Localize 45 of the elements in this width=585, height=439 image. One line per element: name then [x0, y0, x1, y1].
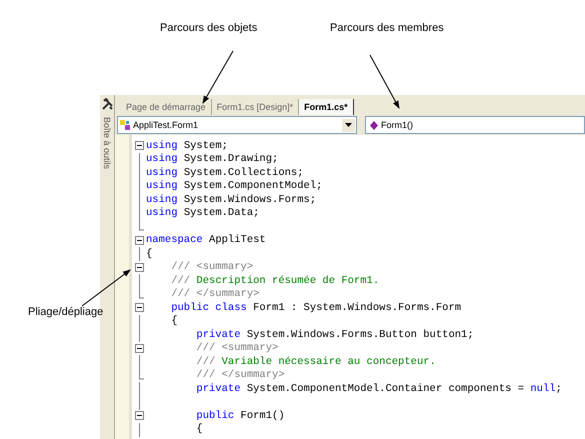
code-line: using System.ComponentModel;: [146, 180, 322, 192]
callout-arrow: [202, 50, 234, 104]
code-line: /// <summary>: [195, 342, 278, 354]
tools-icon[interactable]: [100, 98, 114, 111]
fold-end-icon: [138, 368, 144, 382]
method-icon: [368, 120, 379, 130]
callout-arrow: [370, 54, 400, 109]
code-line: {: [146, 248, 152, 260]
callout-label: Pliage/dépliage: [28, 306, 104, 318]
collapse-icon[interactable]: [134, 344, 144, 352]
member-dropdown[interactable]: Form1(): [365, 116, 585, 134]
fold-end-icon: [138, 288, 144, 302]
code-line: public class Form1 : System.Windows.Forms.Form: [170, 302, 462, 314]
code-line: using System.Data;: [146, 207, 260, 220]
code-line: using System;: [146, 140, 228, 152]
code-line: using System.Drawing;: [146, 153, 278, 166]
code-line: using System.Collections;: [146, 166, 304, 179]
collapse-icon[interactable]: [134, 262, 144, 272]
fold-line: [138, 274, 140, 288]
code-line: public Form1(): [195, 410, 285, 422]
code-line: /// </summary>: [195, 369, 285, 382]
fold-line: [138, 422, 140, 436]
class-icon: [120, 120, 131, 130]
object-dropdown[interactable]: AppliTest.Form1: [117, 116, 357, 134]
code-line: /// </summary>: [170, 288, 260, 300]
code-line: {: [195, 423, 203, 436]
code-line: /// Variable nécessaire au concepteur.: [195, 356, 436, 368]
toolbox-label[interactable]: Boîte à outils: [102, 117, 112, 170]
code-line: {: [170, 315, 178, 328]
collapse-icon[interactable]: [134, 411, 144, 420]
fold-line: [138, 247, 140, 261]
collapse-icon[interactable]: [134, 236, 144, 244]
code-line: namespace AppliTest: [146, 234, 266, 246]
collapse-icon[interactable]: [134, 303, 144, 312]
code-line: /// Description résumée de Form1.: [170, 274, 380, 287]
code-line: /// <summary>: [170, 261, 254, 274]
code-line: private System.Windows.Forms.Button button1;: [195, 328, 474, 341]
file-tab[interactable]: Form1.cs*: [299, 99, 354, 115]
callout-label: Parcours des membres: [330, 22, 444, 34]
code-line: using System.Windows.Forms;: [146, 194, 316, 206]
code-line: private System.ComponentModel.Container components = null;: [195, 382, 562, 395]
callout-label: Parcours des objets: [160, 22, 258, 34]
callout-arrow: [82, 269, 131, 306]
collapse-icon[interactable]: [134, 141, 144, 150]
fold-line: [138, 355, 140, 369]
